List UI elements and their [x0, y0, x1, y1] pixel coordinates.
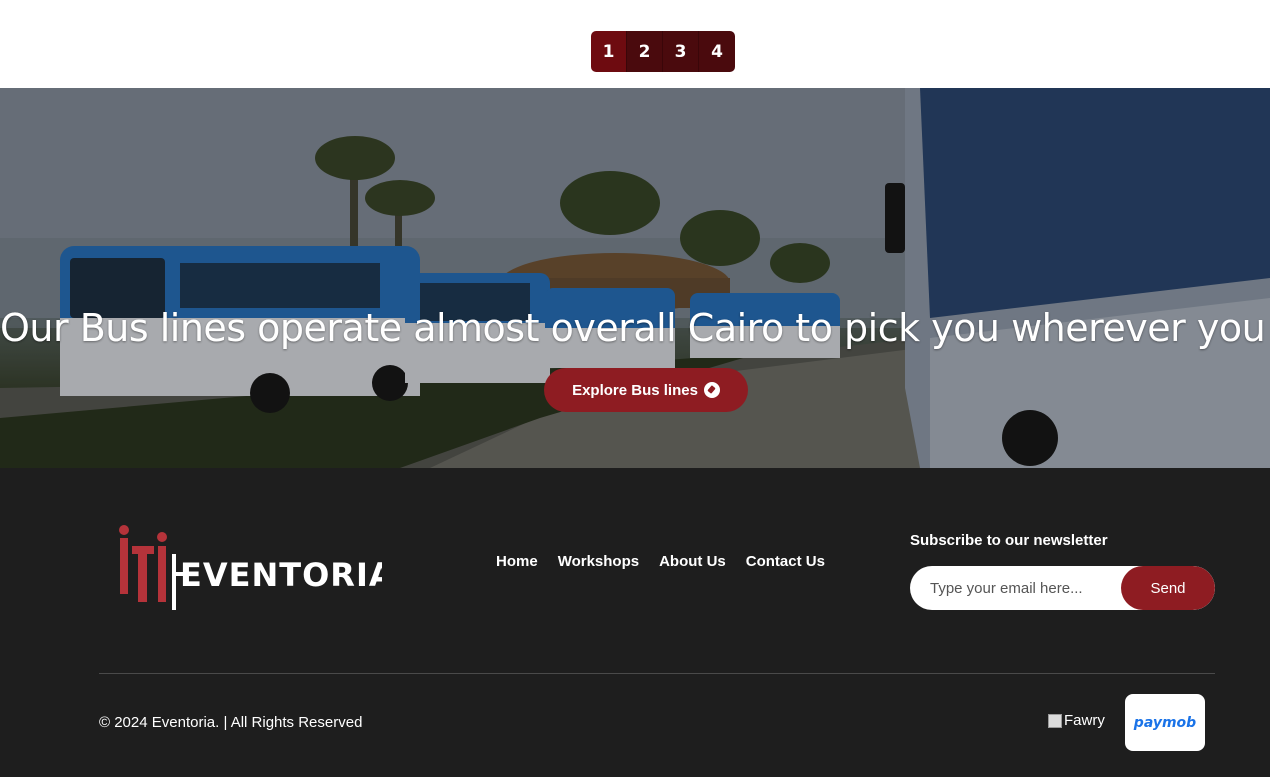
page-button-1[interactable]: 1 — [591, 31, 627, 72]
explore-button-label: Explore Bus lines — [572, 381, 698, 399]
footer-link-about-us[interactable]: About Us — [659, 553, 726, 570]
newsletter-email-input[interactable] — [910, 566, 1122, 610]
newsletter-form: Send — [910, 566, 1215, 610]
compass-icon — [703, 382, 720, 398]
page-button-2[interactable]: 2 — [627, 31, 663, 72]
page-button-3[interactable]: 3 — [663, 31, 699, 72]
newsletter-send-button[interactable]: Send — [1121, 566, 1215, 610]
footer-link-contact-us[interactable]: Contact Us — [746, 553, 825, 570]
paymob-logo: paymob — [1125, 694, 1205, 751]
svg-text:EVENTORIA: EVENTORIA — [180, 556, 382, 594]
fawry-alt-text: Fawry — [1064, 712, 1105, 729]
footer-link-workshops[interactable]: Workshops — [558, 553, 639, 570]
explore-bus-lines-button[interactable]: Explore Bus lines — [544, 368, 748, 412]
newsletter-title: Subscribe to our newsletter — [910, 532, 1108, 549]
eventoria-logo[interactable]: EVENTORIA — [118, 524, 382, 614]
footer: EVENTORIA Home Workshops About Us Contac… — [0, 468, 1270, 777]
fawry-logo: Fawry — [1048, 712, 1105, 729]
broken-image-icon — [1048, 713, 1062, 728]
hero-title: Our Bus lines operate almost overall Cai… — [0, 306, 1270, 350]
page-button-4[interactable]: 4 — [699, 31, 735, 72]
pagination-strip: 1 2 3 4 — [0, 0, 1270, 88]
footer-divider — [99, 673, 1215, 674]
copyright-text: © 2024 Eventoria. | All Rights Reserved — [99, 714, 363, 731]
pagination: 1 2 3 4 — [591, 31, 735, 72]
footer-link-home[interactable]: Home — [496, 553, 538, 570]
footer-nav: Home Workshops About Us Contact Us — [496, 553, 825, 570]
hero-banner: Our Bus lines operate almost overall Cai… — [0, 88, 1270, 468]
